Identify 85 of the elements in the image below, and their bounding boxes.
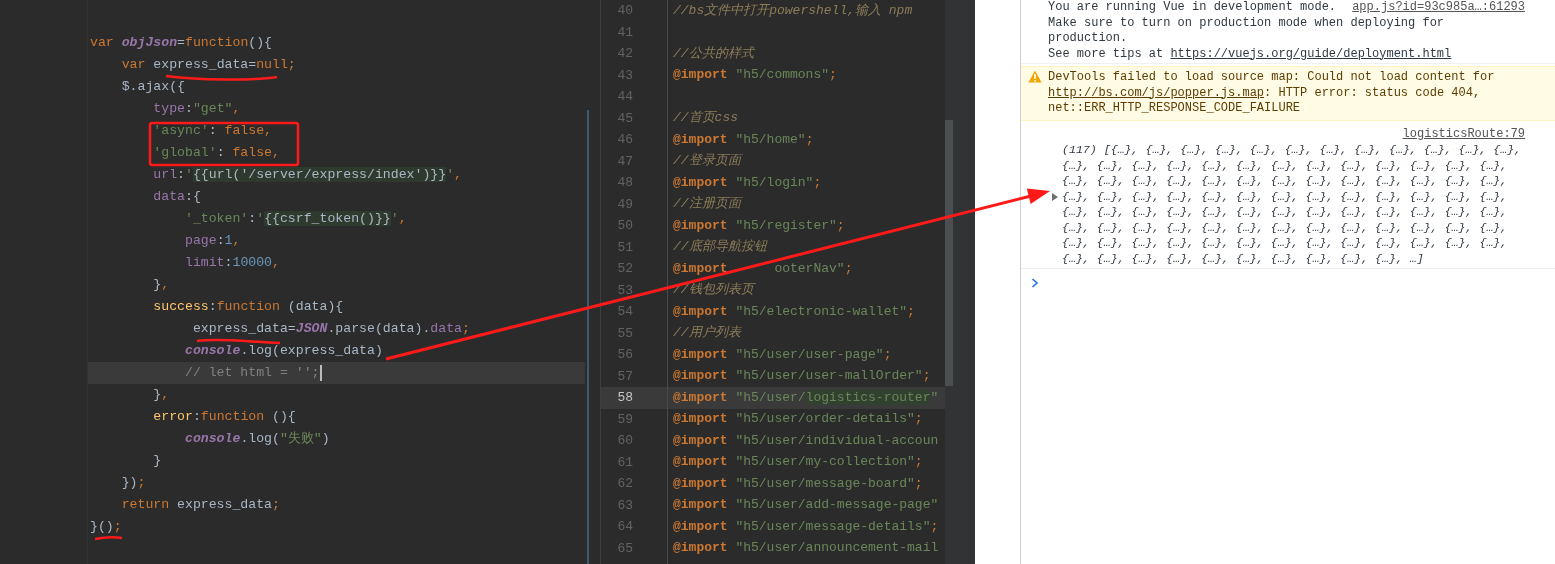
code-line: @import "h5/electronic-wallet";	[673, 303, 915, 320]
line-number: 50	[617, 218, 633, 233]
prompt-icon[interactable]	[1031, 277, 1039, 288]
source-link[interactable]: logisticsRoute:79	[1402, 126, 1525, 142]
code-line: limit:10000,	[183, 254, 280, 271]
line-number: 43	[617, 67, 633, 83]
code-line: @import "h5/register";	[673, 217, 845, 234]
line-number: 40	[617, 3, 633, 18]
code-line: //底部导航按钮	[673, 239, 767, 256]
line-number: 49	[617, 196, 633, 212]
line-number: 60	[617, 433, 633, 448]
code-line: console.log(express_data)	[183, 342, 383, 359]
code-line: error:function (){	[152, 408, 296, 425]
code-line: 'async': false,	[152, 122, 273, 139]
code-line: var objJson=function(){	[90, 34, 273, 51]
code-line: return express_data;	[120, 496, 280, 513]
code-line: @import ooterNav";	[673, 260, 853, 277]
line-number: 58	[617, 390, 633, 405]
line-number: 64	[617, 519, 633, 534]
code-line: @import "h5/user/user-mallOrder";	[673, 368, 931, 385]
code-line: page:1,	[183, 232, 241, 249]
line-number: 45	[617, 110, 633, 126]
code-line: //bs文件中打开powershell,输入 npm	[673, 2, 913, 19]
code-line: type:"get",	[152, 100, 241, 117]
warning-icon	[1028, 70, 1042, 83]
code-line: }();	[90, 518, 122, 535]
code-line: },	[152, 276, 170, 293]
code-line: @import "h5/login";	[673, 174, 822, 191]
line-number: 51	[617, 239, 633, 255]
line-number: 54	[617, 304, 633, 319]
code-line: @import "h5/user/order-details";	[673, 411, 923, 428]
line-number: 41	[617, 24, 633, 40]
code-line: @import "h5/home";	[673, 131, 814, 148]
code-line: //公共的样式	[673, 45, 754, 62]
code-line: data:{	[152, 188, 201, 205]
line-number: 63	[617, 497, 633, 513]
code-line: @import "h5/commons";	[673, 67, 837, 84]
line-number: 61	[617, 454, 633, 470]
code-line: //用户列表	[673, 325, 741, 342]
line-number: 57	[617, 368, 633, 384]
line-number: 62	[617, 476, 633, 491]
array-output: (117) [{…}, {…}, {…}, {…}, {…}, {…}, {…}, {…}, {…}, {…}, {…}, {…}, {…}, {…}, {…}, {…}, {…}, {…}, {…}, {…}, {…}, {…}, {…}, {…}, {…}, {…}, {…}, {…}, {…}, {…}, {…}, {…}, {…}, {…}, {…}, {…}, {…}, {…}, {…}, {…}, {…}, {…}, {…}, {…}, {…}, {…}, {…}, {…}, {…}, {…}, {…}, {…}, {…}, {…}, {…}, {…}, {…}, {…}, {…}, {…}, {…}, {…}, {…}, {…}, {…}, {…}, {…}, {…}, {…}, {…}, {…}, {…}, {…}, {…}, {…}, {…}, {…}, {…}, {…}, {…}, {…}, {…}, {…}, {…}, {…}, {…}, {…}, {…}, {…}, {…}, {…}, {…}, {…}, {…}, {…}, {…}, {…}, {…}, {…}, {…}, …]	[1062, 142, 1522, 266]
code-line: //登录页面	[673, 153, 741, 170]
line-number: 42	[617, 46, 633, 61]
console-message: You are running Vue in development mode.	[1048, 0, 1337, 16]
code-line: console.log("失败")	[183, 430, 330, 447]
code-line: @import "h5/user/message-details";	[673, 518, 939, 535]
code-line: @import "h5/user/user-page";	[673, 346, 892, 363]
code-line: @import "h5/user/individual-accoun	[673, 432, 939, 449]
line-number: 55	[617, 325, 633, 341]
code-line: @import "h5/user/message-board";	[673, 475, 923, 492]
text-cursor	[319, 364, 322, 381]
code-line: $.ajax({	[120, 78, 185, 95]
source-link[interactable]: app.js?id=93c985a…:61293	[1352, 0, 1525, 16]
console-message: Make sure to turn on production mode when deploying for production. See more tips at https://vuejs.org/guide/deployment.html	[1048, 15, 1453, 62]
line-number: 53	[617, 282, 633, 298]
line-number: 44	[617, 89, 633, 104]
line-number: 48	[617, 175, 633, 190]
expand-triangle-icon[interactable]	[1051, 192, 1059, 202]
line-number: 46	[617, 132, 633, 147]
line-number: 59	[617, 411, 633, 427]
line-number: 56	[617, 347, 633, 362]
line-number: 65	[617, 540, 633, 556]
code-line: @import "h5/user/my-collection";	[673, 454, 923, 471]
scrollbar-thumb[interactable]	[945, 120, 953, 386]
code-line: 'global': false,	[152, 144, 280, 161]
code-line: @import "h5/user/logistics-router"	[673, 389, 939, 406]
code-line: });	[120, 474, 146, 491]
code-line: //首页css	[673, 110, 738, 127]
line-number: 47	[617, 153, 633, 169]
code-line: }	[152, 452, 162, 469]
doc-link[interactable]: https://vuejs.org/guide/deployment.html	[1170, 46, 1452, 61]
code-line: // let html = '';	[183, 364, 320, 381]
code-line: @import "h5/user/announcement-mail	[673, 540, 939, 557]
code-line: express_data=JSON.parse(data).data;	[191, 320, 470, 337]
code-line: var express_data=null;	[120, 56, 296, 73]
line-number: 52	[617, 261, 633, 276]
code-line: @import "h5/user/add-message-page"	[673, 497, 939, 514]
warning-message: DevTools failed to load source map: Could not load content for http://bs.com/js/popper.js.map: HTTP error: status code 404, net::ERR_HTTP_RESPONSE_CODE_FAILURE	[1048, 70, 1496, 117]
code-line: success:function (data){	[152, 298, 344, 315]
code-line: url:'{{url('/server/express/index')}}',	[152, 166, 462, 183]
code-line: },	[152, 386, 170, 403]
code-line: //注册页面	[673, 196, 741, 213]
underline-mark	[94, 536, 123, 541]
map-link[interactable]: http://bs.com/js/popper.js.map	[1048, 85, 1265, 100]
